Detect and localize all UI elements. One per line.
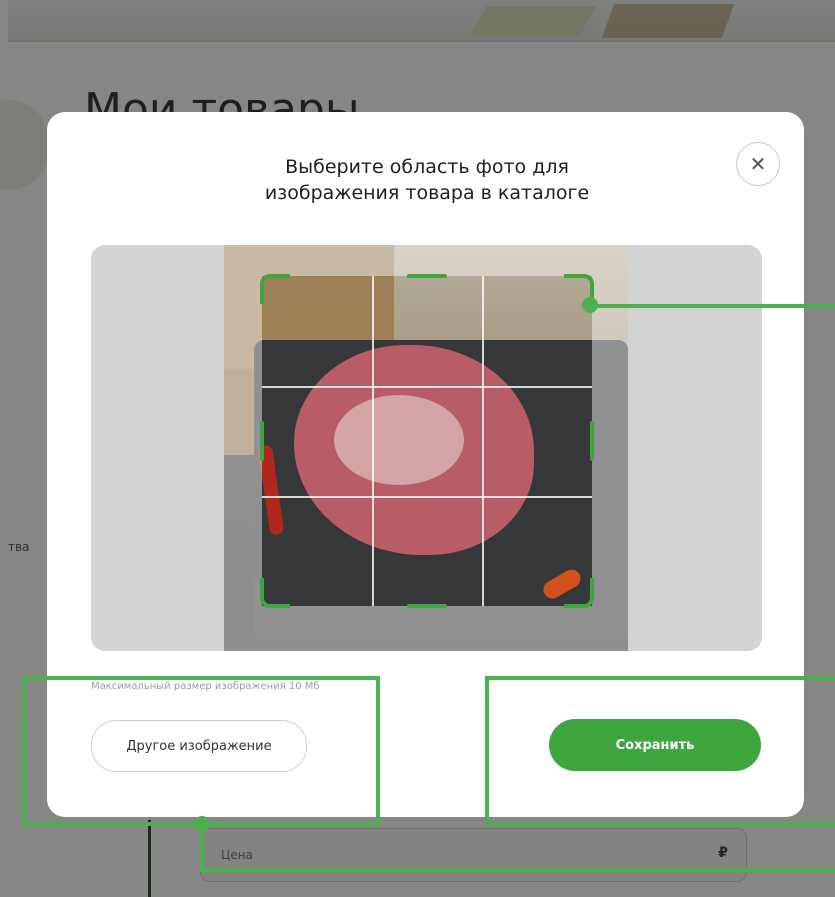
crop-dim [224,276,262,606]
highlight-connector [598,304,835,308]
grid-line [262,496,592,498]
highlight-connector [200,868,835,872]
highlight-connector [200,826,204,872]
crop-dim [592,276,628,606]
crop-handle-right[interactable] [590,421,594,461]
grid-line [262,386,592,388]
grid-line [482,276,484,606]
crop-dim [224,245,628,276]
close-icon: ✕ [749,152,767,176]
crop-handle-bottom[interactable] [407,604,447,608]
highlight-box-left [22,676,380,826]
modal-title-line: изображения товара в каталоге [264,182,590,204]
grid-line [372,276,374,606]
highlight-dot [194,816,210,832]
crop-dim [224,606,628,651]
highlight-dot [582,297,598,313]
crop-handle-top[interactable] [407,274,447,278]
modal-title: Выберите область фото для изображения то… [227,154,627,206]
close-button[interactable]: ✕ [736,142,780,186]
modal-title-line: Выберите область фото для [285,156,569,178]
crop-handle-bottom-right[interactable] [564,578,594,608]
crop-handle-top-left[interactable] [260,274,290,304]
crop-handle-bottom-left[interactable] [260,578,290,608]
crop-handle-left[interactable] [260,421,264,461]
highlight-box-right [485,676,835,826]
crop-selection[interactable] [260,274,594,608]
